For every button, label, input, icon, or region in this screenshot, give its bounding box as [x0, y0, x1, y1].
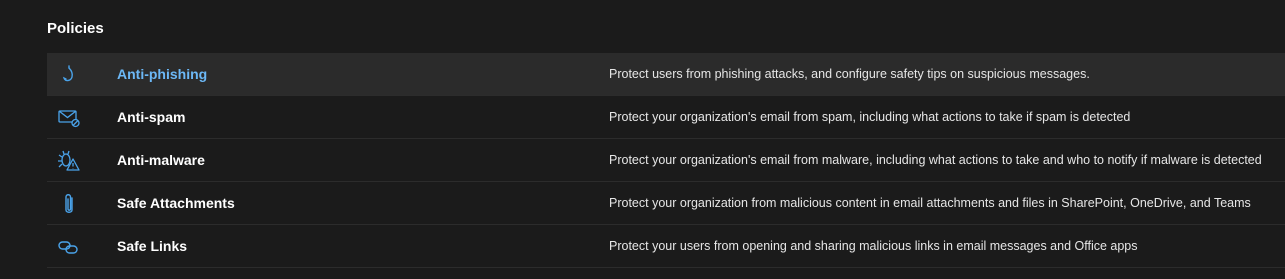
policy-description: Protect your organization's email from s…: [609, 110, 1131, 124]
fishing-hook-icon: [57, 63, 81, 87]
section-title: Policies: [47, 20, 104, 37]
policy-description: Protect your organization's email from m…: [609, 153, 1262, 167]
policy-row-anti-phishing[interactable]: Anti-phishing Protect users from phishin…: [47, 53, 1285, 96]
policy-list: Anti-phishing Protect users from phishin…: [47, 53, 1285, 268]
policy-description: Protect your users from opening and shar…: [609, 239, 1138, 253]
mail-block-icon: [57, 106, 81, 130]
policy-description: Protect users from phishing attacks, and…: [609, 67, 1090, 81]
policy-row-anti-malware[interactable]: Anti-malware Protect your organization's…: [47, 139, 1285, 182]
policy-name[interactable]: Anti-malware: [117, 152, 205, 168]
policy-row-safe-attachments[interactable]: Safe Attachments Protect your organizati…: [47, 182, 1285, 225]
policy-row-safe-links[interactable]: Safe Links Protect your users from openi…: [47, 225, 1285, 268]
policy-description: Protect your organization from malicious…: [609, 196, 1251, 210]
policy-row-anti-spam[interactable]: Anti-spam Protect your organization's em…: [47, 96, 1285, 139]
policy-name[interactable]: Anti-phishing: [117, 66, 207, 82]
link-icon: [57, 235, 81, 259]
bug-warning-icon: [57, 149, 81, 173]
policy-name[interactable]: Safe Attachments: [117, 195, 235, 211]
paperclip-icon: [57, 192, 81, 216]
policy-name[interactable]: Anti-spam: [117, 109, 185, 125]
policy-name[interactable]: Safe Links: [117, 238, 187, 254]
